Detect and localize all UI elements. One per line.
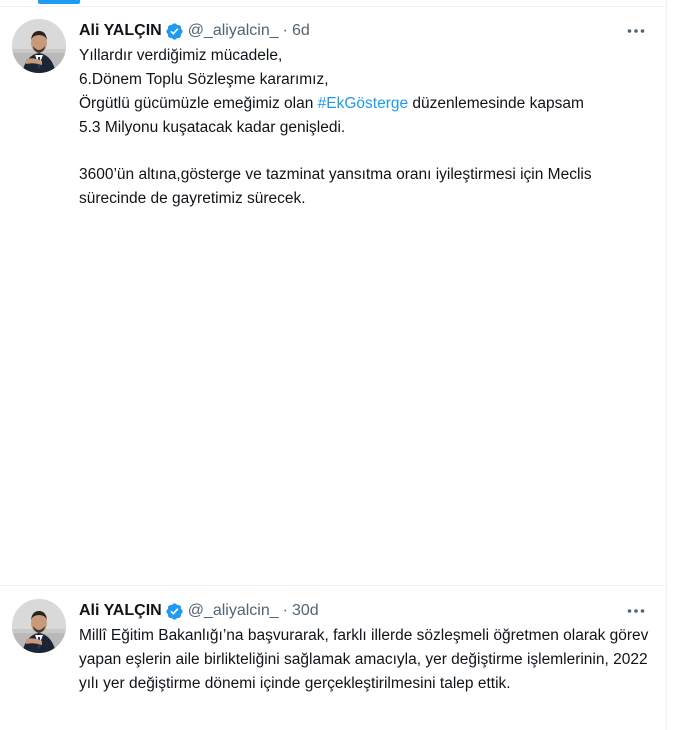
tweet-text-line: Yıllardır verdiğimiz mücadele,: [79, 47, 283, 64]
tweet-text-line: Örgütlü gücümüzle emeğimiz olan #EkGöste…: [79, 92, 650, 116]
separator-dot: ·: [282, 22, 288, 39]
tweet-text-paragraph: Millî Eğitim Bakanlığı’na başvurarak, fa…: [79, 627, 649, 692]
more-options-button[interactable]: [622, 599, 650, 623]
tweet-timestamp[interactable]: 6d: [292, 20, 310, 42]
tweet-content: Ali YALÇIN @_aliyalcin_ · 6d Yıllardır v…: [79, 20, 650, 211]
tweet[interactable]: Ali YALÇIN @_aliyalcin_ · 30d Millî Eğit…: [0, 587, 666, 730]
tweet-header: Ali YALÇIN @_aliyalcin_ · 30d: [79, 600, 650, 622]
tweet-text-segment: düzenlemesinde kapsam: [408, 95, 584, 112]
more-horizontal-icon: [627, 29, 645, 33]
tweet-content: Ali YALÇIN @_aliyalcin_ · 30d Millî Eğit…: [79, 600, 650, 696]
tweet-text: Millî Eğitim Bakanlığı’na başvurarak, fa…: [79, 624, 650, 696]
timeline-feed: Ali YALÇIN @_aliyalcin_ · 6d Yıllardır v…: [0, 0, 667, 730]
separator-dot: ·: [282, 602, 288, 619]
verified-badge-icon: [166, 22, 183, 40]
avatar[interactable]: [12, 599, 66, 653]
tweet-text-line: 5.3 Milyonu kuşatacak kadar genişledi.: [79, 119, 346, 136]
tweet-text-line: 6.Dönem Toplu Sözleşme kararımız,: [79, 71, 329, 88]
tweet-text-segment: Örgütlü gücümüzle emeğimiz olan: [79, 95, 318, 112]
author-handle[interactable]: @_aliyalcin_: [188, 20, 279, 42]
tweet-text: Yıllardır verdiğimiz mücadele, 6.Dönem T…: [79, 44, 650, 211]
tweet-timestamp[interactable]: 30d: [292, 600, 319, 622]
tweet-text-paragraph: 3600’ün altına,gösterge ve tazminat yans…: [79, 166, 592, 207]
avatar[interactable]: [12, 19, 66, 73]
author-name[interactable]: Ali YALÇIN: [79, 600, 162, 622]
author-handle[interactable]: @_aliyalcin_: [188, 600, 279, 622]
tweet-header: Ali YALÇIN @_aliyalcin_ · 6d: [79, 20, 650, 42]
more-options-button[interactable]: [622, 19, 650, 43]
verified-badge-icon: [166, 602, 183, 620]
more-horizontal-icon: [627, 609, 645, 613]
author-name[interactable]: Ali YALÇIN: [79, 20, 162, 42]
active-tab-indicator: [38, 0, 80, 4]
tweet[interactable]: Ali YALÇIN @_aliyalcin_ · 6d Yıllardır v…: [0, 6, 666, 586]
hashtag-link[interactable]: #EkGösterge: [318, 95, 408, 112]
